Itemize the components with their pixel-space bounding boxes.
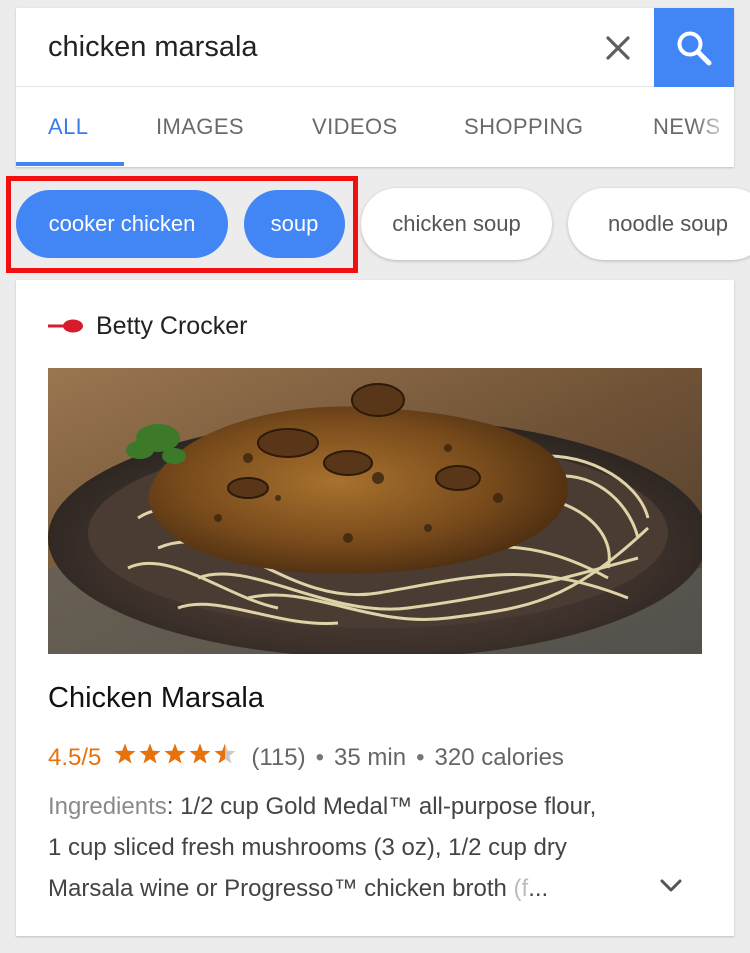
search-button[interactable] xyxy=(654,8,734,87)
recipe-meta: 4.5/5 (115) • 35 min • 320 calories xyxy=(48,742,564,773)
search-bar xyxy=(16,8,734,87)
star-rating xyxy=(113,742,239,773)
ingredients-fade: (f xyxy=(506,875,529,902)
ingredients-line: Ingredients: 1/2 cup Gold Medal™ all-pur… xyxy=(48,786,708,827)
source-row: Betty Crocker xyxy=(48,310,247,342)
calories: 320 calories xyxy=(434,743,564,771)
recipe-title[interactable]: Chicken Marsala xyxy=(48,682,264,715)
search-input[interactable] xyxy=(48,8,568,87)
source-name: Betty Crocker xyxy=(96,311,248,340)
ingredients-line: 1 cup sliced fresh mushrooms (3 oz), 1/2… xyxy=(48,834,567,861)
star-filled xyxy=(114,743,136,764)
betty-crocker-spoon-icon xyxy=(48,319,83,333)
tab-shopping[interactable]: SHOPPING xyxy=(464,87,583,167)
chip-chicken-soup[interactable]: chicken soup xyxy=(361,188,552,260)
recipe-result-card[interactable]: Betty Crocker Chicken Marsala 4.5/5 (115… xyxy=(16,280,734,936)
refinement-chips: cooker chicken soup chicken soup noodle … xyxy=(0,188,750,260)
chip-noodle-soup[interactable]: noodle soup xyxy=(568,188,750,260)
ingredients-ellipsis: ... xyxy=(528,875,549,902)
tab-videos[interactable]: VIDEOS xyxy=(312,87,398,167)
review-count: (115) xyxy=(251,743,306,771)
chicken-marsala-photo xyxy=(48,368,702,654)
star-filled xyxy=(139,743,161,764)
tab-images[interactable]: IMAGES xyxy=(156,87,244,167)
chip-soup[interactable]: soup xyxy=(244,190,345,258)
chevron-down-icon xyxy=(660,879,682,892)
search-card: ALL IMAGES VIDEOS SHOPPING NEWS xyxy=(16,8,734,167)
chip-cooker-chicken[interactable]: cooker chicken xyxy=(16,190,228,258)
search-icon xyxy=(677,31,712,65)
clear-search-button[interactable] xyxy=(598,28,638,68)
recipe-image[interactable] xyxy=(48,368,702,654)
separator-dot: • xyxy=(416,743,425,771)
expand-button[interactable] xyxy=(656,874,686,898)
tab-all[interactable]: ALL xyxy=(48,87,88,167)
active-tab-indicator xyxy=(16,162,124,166)
tab-news[interactable]: NEWS xyxy=(653,87,721,167)
search-tabs: ALL IMAGES VIDEOS SHOPPING NEWS xyxy=(16,87,734,167)
ingredients-label: Ingredients xyxy=(48,793,167,820)
ingredients-line: Marsala wine or Progresso™ chicken broth… xyxy=(48,868,708,909)
rating-value: 4.5/5 xyxy=(48,743,102,771)
ingredients-text: Marsala wine or Progresso™ chicken broth xyxy=(48,875,507,902)
separator-dot: • xyxy=(315,743,325,771)
star-filled xyxy=(189,743,211,764)
close-icon xyxy=(606,36,630,60)
ingredients-snippet: Ingredients: 1/2 cup Gold Medal™ all-pur… xyxy=(48,786,708,909)
ingredients-text: : 1/2 cup Gold Medal™ all-purpose flour, xyxy=(166,793,597,820)
star-filled xyxy=(164,743,186,764)
cook-time: 35 min xyxy=(334,743,407,771)
stars-graphic xyxy=(114,743,236,764)
